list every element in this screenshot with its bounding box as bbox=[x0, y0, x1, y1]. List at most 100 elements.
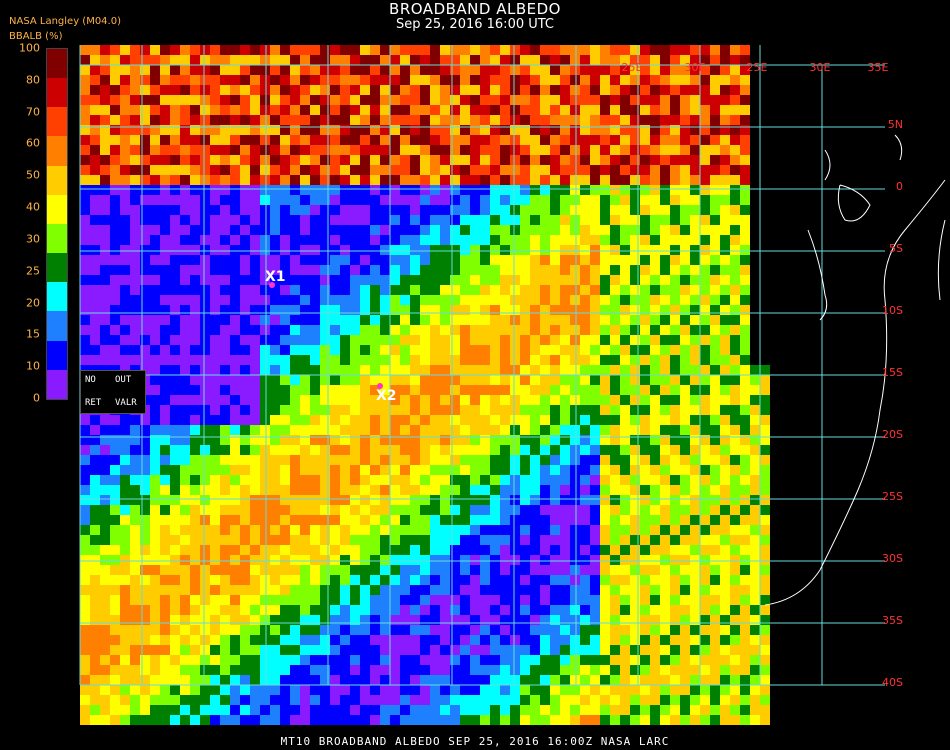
albedo-cell bbox=[230, 485, 240, 495]
albedo-cell bbox=[120, 465, 130, 475]
albedo-cell bbox=[590, 455, 600, 465]
albedo-cell bbox=[180, 155, 190, 165]
albedo-cell bbox=[480, 85, 490, 95]
albedo-cell bbox=[740, 355, 750, 365]
albedo-cell bbox=[690, 245, 700, 255]
albedo-cell bbox=[320, 685, 330, 695]
albedo-cell bbox=[510, 165, 520, 175]
albedo-cell bbox=[620, 385, 630, 395]
albedo-cell bbox=[390, 215, 400, 225]
albedo-cell bbox=[480, 165, 490, 175]
albedo-cell bbox=[210, 455, 220, 465]
albedo-cell bbox=[750, 505, 760, 515]
albedo-cell bbox=[80, 425, 90, 435]
albedo-cell bbox=[260, 695, 270, 705]
albedo-cell bbox=[410, 225, 420, 235]
albedo-cell bbox=[150, 365, 160, 375]
albedo-cell bbox=[600, 315, 610, 325]
albedo-cell bbox=[630, 705, 640, 715]
albedo-cell bbox=[90, 515, 100, 525]
albedo-cell bbox=[150, 515, 160, 525]
albedo-cell bbox=[570, 195, 580, 205]
albedo-cell bbox=[610, 585, 620, 595]
albedo-cell bbox=[370, 345, 380, 355]
albedo-cell bbox=[700, 135, 710, 145]
albedo-cell bbox=[390, 535, 400, 545]
albedo-cell bbox=[120, 175, 130, 185]
albedo-cell bbox=[350, 625, 360, 635]
albedo-cell bbox=[330, 385, 340, 395]
albedo-cell bbox=[90, 475, 100, 485]
albedo-cell bbox=[520, 515, 530, 525]
albedo-cell bbox=[550, 335, 560, 345]
albedo-cell bbox=[410, 635, 420, 645]
albedo-cell bbox=[730, 145, 740, 155]
albedo-cell bbox=[160, 555, 170, 565]
albedo-cell bbox=[120, 255, 130, 265]
albedo-cell bbox=[280, 345, 290, 355]
albedo-cell bbox=[690, 705, 700, 715]
albedo-cell bbox=[170, 285, 180, 295]
albedo-cell bbox=[290, 415, 300, 425]
albedo-cell bbox=[720, 95, 730, 105]
albedo-cell bbox=[480, 75, 490, 85]
albedo-cell bbox=[110, 605, 120, 615]
albedo-cell bbox=[210, 375, 220, 385]
albedo-cell bbox=[260, 535, 270, 545]
albedo-cell bbox=[400, 205, 410, 215]
albedo-cell bbox=[80, 605, 90, 615]
albedo-cell bbox=[500, 485, 510, 495]
albedo-cell bbox=[80, 675, 90, 685]
albedo-cell bbox=[440, 455, 450, 465]
albedo-cell bbox=[560, 685, 570, 695]
albedo-cell bbox=[460, 85, 470, 95]
albedo-cell bbox=[380, 265, 390, 275]
albedo-cell bbox=[480, 255, 490, 265]
albedo-cell bbox=[610, 235, 620, 245]
albedo-cell bbox=[720, 315, 730, 325]
albedo-cell bbox=[80, 85, 90, 95]
albedo-cell bbox=[260, 585, 270, 595]
albedo-cell bbox=[420, 385, 430, 395]
albedo-cell bbox=[760, 535, 770, 545]
albedo-cell bbox=[370, 545, 380, 555]
albedo-cell bbox=[700, 705, 710, 715]
albedo-cell bbox=[160, 225, 170, 235]
albedo-cell bbox=[550, 395, 560, 405]
albedo-cell bbox=[300, 565, 310, 575]
albedo-cell bbox=[110, 715, 120, 725]
albedo-cell bbox=[690, 445, 700, 455]
albedo-cell bbox=[380, 645, 390, 655]
albedo-cell bbox=[590, 355, 600, 365]
albedo-cell bbox=[400, 135, 410, 145]
albedo-cell bbox=[340, 465, 350, 475]
albedo-cell bbox=[280, 645, 290, 655]
albedo-cell bbox=[610, 455, 620, 465]
albedo-cell bbox=[370, 155, 380, 165]
albedo-cell bbox=[150, 325, 160, 335]
albedo-cell bbox=[480, 635, 490, 645]
albedo-cell bbox=[250, 455, 260, 465]
albedo-cell bbox=[580, 365, 590, 375]
albedo-cell bbox=[490, 575, 500, 585]
albedo-cell bbox=[550, 565, 560, 575]
albedo-cell bbox=[80, 475, 90, 485]
albedo-cell bbox=[340, 75, 350, 85]
albedo-cell bbox=[330, 625, 340, 635]
albedo-cell bbox=[330, 65, 340, 75]
albedo-cell bbox=[310, 495, 320, 505]
albedo-cell bbox=[560, 55, 570, 65]
albedo-cell bbox=[620, 205, 630, 215]
albedo-cell bbox=[600, 185, 610, 195]
albedo-cell bbox=[100, 425, 110, 435]
albedo-cell bbox=[250, 165, 260, 175]
albedo-cell bbox=[310, 525, 320, 535]
albedo-cell bbox=[570, 335, 580, 345]
albedo-cell bbox=[290, 285, 300, 295]
albedo-cell bbox=[720, 375, 730, 385]
albedo-cell bbox=[150, 105, 160, 115]
albedo-cell bbox=[640, 225, 650, 235]
albedo-cell bbox=[190, 195, 200, 205]
albedo-cell bbox=[150, 175, 160, 185]
albedo-cell bbox=[490, 475, 500, 485]
